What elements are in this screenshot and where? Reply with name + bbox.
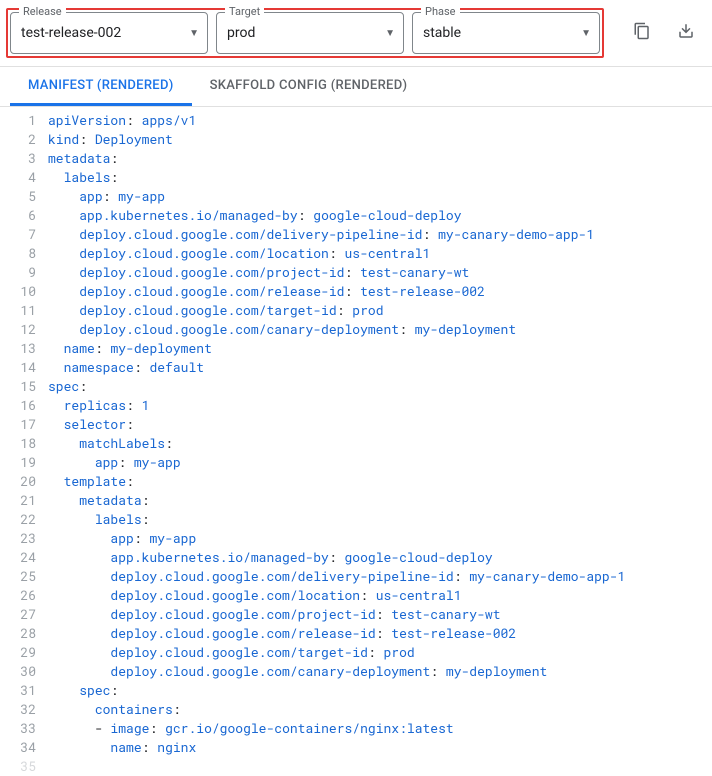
target-label: Target — [225, 6, 264, 17]
tab-label: SKAFFOLD CONFIG (RENDERED) — [210, 78, 408, 93]
release-dropdown[interactable]: Release test-release-002 ▼ — [10, 12, 208, 54]
code-editor: 1234567891011121314151617181920212223242… — [0, 107, 712, 776]
tabs: MANIFEST (RENDERED) SKAFFOLD CONFIG (REN… — [0, 67, 712, 107]
top-bar: Release test-release-002 ▼ Target prod ▼… — [0, 0, 712, 67]
copy-button[interactable] — [624, 15, 660, 51]
release-value: test-release-002 — [21, 25, 189, 41]
target-dropdown[interactable]: Target prod ▼ — [216, 12, 404, 54]
chevron-down-icon: ▼ — [189, 28, 199, 39]
target-value: prod — [227, 25, 385, 41]
copy-icon — [633, 22, 651, 44]
phase-value: stable — [423, 25, 581, 41]
tab-skaffold[interactable]: SKAFFOLD CONFIG (RENDERED) — [192, 67, 426, 106]
download-icon — [677, 22, 695, 44]
chevron-down-icon: ▼ — [581, 28, 591, 39]
tab-label: MANIFEST (RENDERED) — [28, 78, 174, 93]
chevron-down-icon: ▼ — [385, 28, 395, 39]
dropdowns-highlight: Release test-release-002 ▼ Target prod ▼… — [6, 8, 604, 58]
tab-manifest[interactable]: MANIFEST (RENDERED) — [10, 67, 192, 106]
phase-dropdown[interactable]: Phase stable ▼ — [412, 12, 600, 54]
code-content[interactable]: apiVersion: apps/v1kind: Deploymentmetad… — [48, 107, 712, 776]
phase-label: Phase — [421, 6, 460, 17]
release-label: Release — [19, 6, 66, 17]
line-gutter: 1234567891011121314151617181920212223242… — [0, 107, 48, 776]
download-button[interactable] — [668, 15, 704, 51]
